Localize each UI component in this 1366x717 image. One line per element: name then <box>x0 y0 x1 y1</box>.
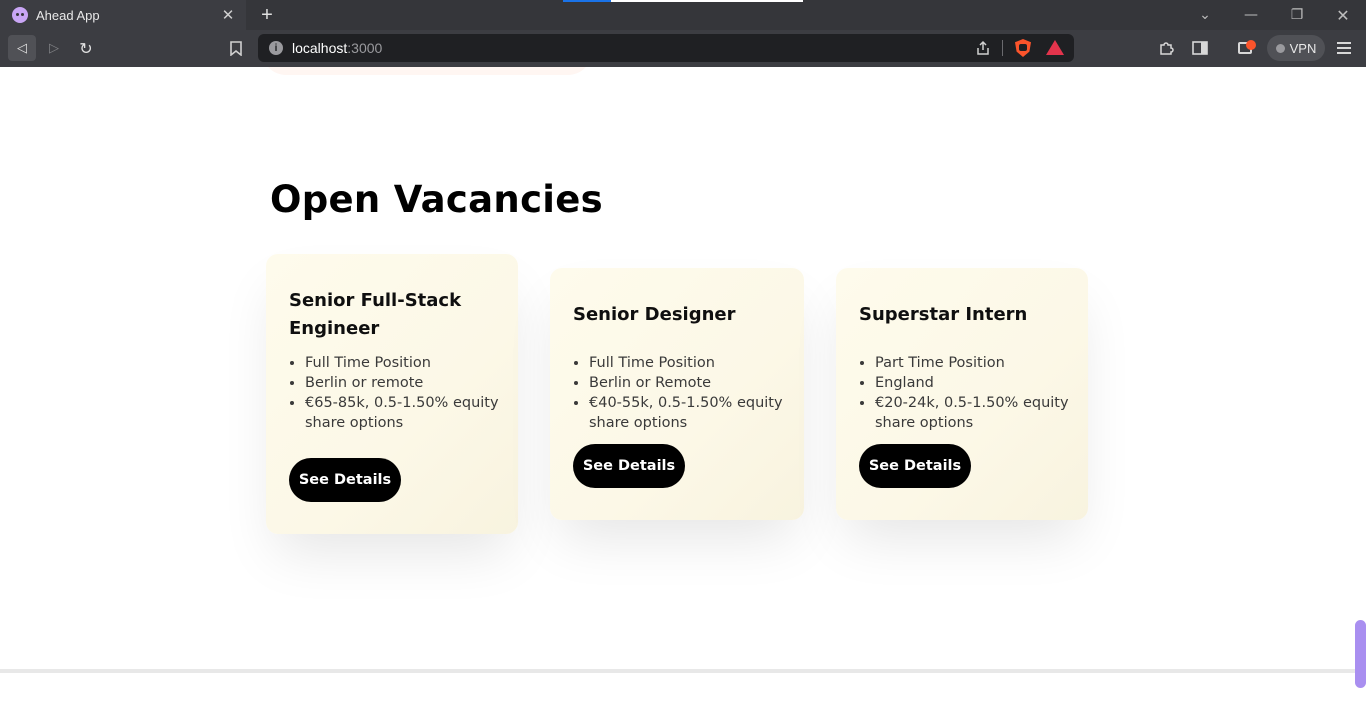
restore-button[interactable]: ❐ <box>1282 4 1312 26</box>
page-viewport: Open Vacancies Senior Full-Stack Enginee… <box>0 67 1366 717</box>
address-bar[interactable]: i localhost:3000 <box>258 34 1074 62</box>
vpn-status-icon <box>1275 43 1285 53</box>
url-text[interactable]: localhost:3000 <box>292 40 382 56</box>
browser-tab-strip: Ahead App ✕ + ⌄ — ❐ ✕ <box>0 0 1366 30</box>
scrollbar-thumb[interactable] <box>1355 620 1366 688</box>
see-details-button[interactable]: See Details <box>289 458 401 502</box>
vacancy-detail: Full Time Position <box>305 353 505 373</box>
window-close-button[interactable]: ✕ <box>1328 4 1358 26</box>
page-loading-indicator <box>563 0 803 2</box>
see-details-button[interactable]: See Details <box>859 444 971 488</box>
vacancy-detail: Part Time Position <box>875 353 1075 373</box>
vacancy-detail: England <box>875 373 1075 393</box>
browser-toolbar: ◁ ▷ ↻ i localhost:3000 VPN <box>0 30 1366 67</box>
browser-tab[interactable]: Ahead App ✕ <box>0 0 246 30</box>
section-divider <box>0 669 1366 673</box>
reload-button[interactable]: ↻ <box>72 35 100 61</box>
browser-menu-icon[interactable] <box>1334 38 1354 58</box>
vpn-label: VPN <box>1289 40 1317 56</box>
previous-section-edge <box>262 67 592 75</box>
vacancy-detail: Berlin or Remote <box>589 373 789 393</box>
vacancy-detail: €40-55k, 0.5-1.50% equity share options <box>589 393 789 433</box>
vacancy-card: Senior Full-Stack Engineer Full Time Pos… <box>266 254 518 534</box>
bookmark-icon[interactable] <box>226 38 246 58</box>
back-button[interactable]: ◁ <box>8 35 36 61</box>
vacancy-details-list: Part Time Position England €20-24k, 0.5-… <box>875 353 1075 433</box>
vacancies-heading: Open Vacancies <box>270 178 604 221</box>
tab-search-chevron-icon[interactable]: ⌄ <box>1190 4 1220 26</box>
vacancy-detail: €65-85k, 0.5-1.50% equity share options <box>305 393 505 433</box>
vacancy-details-list: Full Time Position Berlin or remote €65-… <box>305 353 505 433</box>
vacancy-title: Senior Full-Stack Engineer <box>289 290 462 339</box>
wallet-icon[interactable] <box>1238 38 1258 56</box>
brave-shields-icon[interactable] <box>1015 39 1031 57</box>
site-info-icon[interactable]: i <box>269 41 283 55</box>
new-tab-button[interactable]: + <box>256 3 278 27</box>
url-host: localhost <box>292 40 348 56</box>
see-details-button[interactable]: See Details <box>573 444 685 488</box>
forward-button[interactable]: ▷ <box>40 35 68 61</box>
app-favicon-icon <box>12 7 28 23</box>
vacancy-detail: Berlin or remote <box>305 373 505 393</box>
omnibox-separator <box>1002 40 1003 56</box>
minimize-button[interactable]: — <box>1236 4 1266 26</box>
sidebar-toggle-icon[interactable] <box>1190 38 1210 58</box>
vacancy-card: Senior Designer Full Time Position Berli… <box>550 268 804 520</box>
vacancy-detail: Full Time Position <box>589 353 789 373</box>
vacancy-detail: €20-24k, 0.5-1.50% equity share options <box>875 393 1075 433</box>
share-icon[interactable] <box>974 39 992 57</box>
brave-rewards-icon[interactable] <box>1046 40 1064 55</box>
tab-title: Ahead App <box>36 7 100 23</box>
vacancy-title: Superstar Intern <box>859 304 1028 325</box>
tab-close-icon[interactable]: ✕ <box>218 5 238 25</box>
vacancy-title: Senior Designer <box>573 304 736 325</box>
vpn-button[interactable]: VPN <box>1267 35 1325 61</box>
extensions-puzzle-icon[interactable] <box>1157 38 1177 58</box>
vacancy-card: Superstar Intern Part Time Position Engl… <box>836 268 1088 520</box>
url-port: :3000 <box>347 40 383 56</box>
vacancy-details-list: Full Time Position Berlin or Remote €40-… <box>589 353 789 433</box>
